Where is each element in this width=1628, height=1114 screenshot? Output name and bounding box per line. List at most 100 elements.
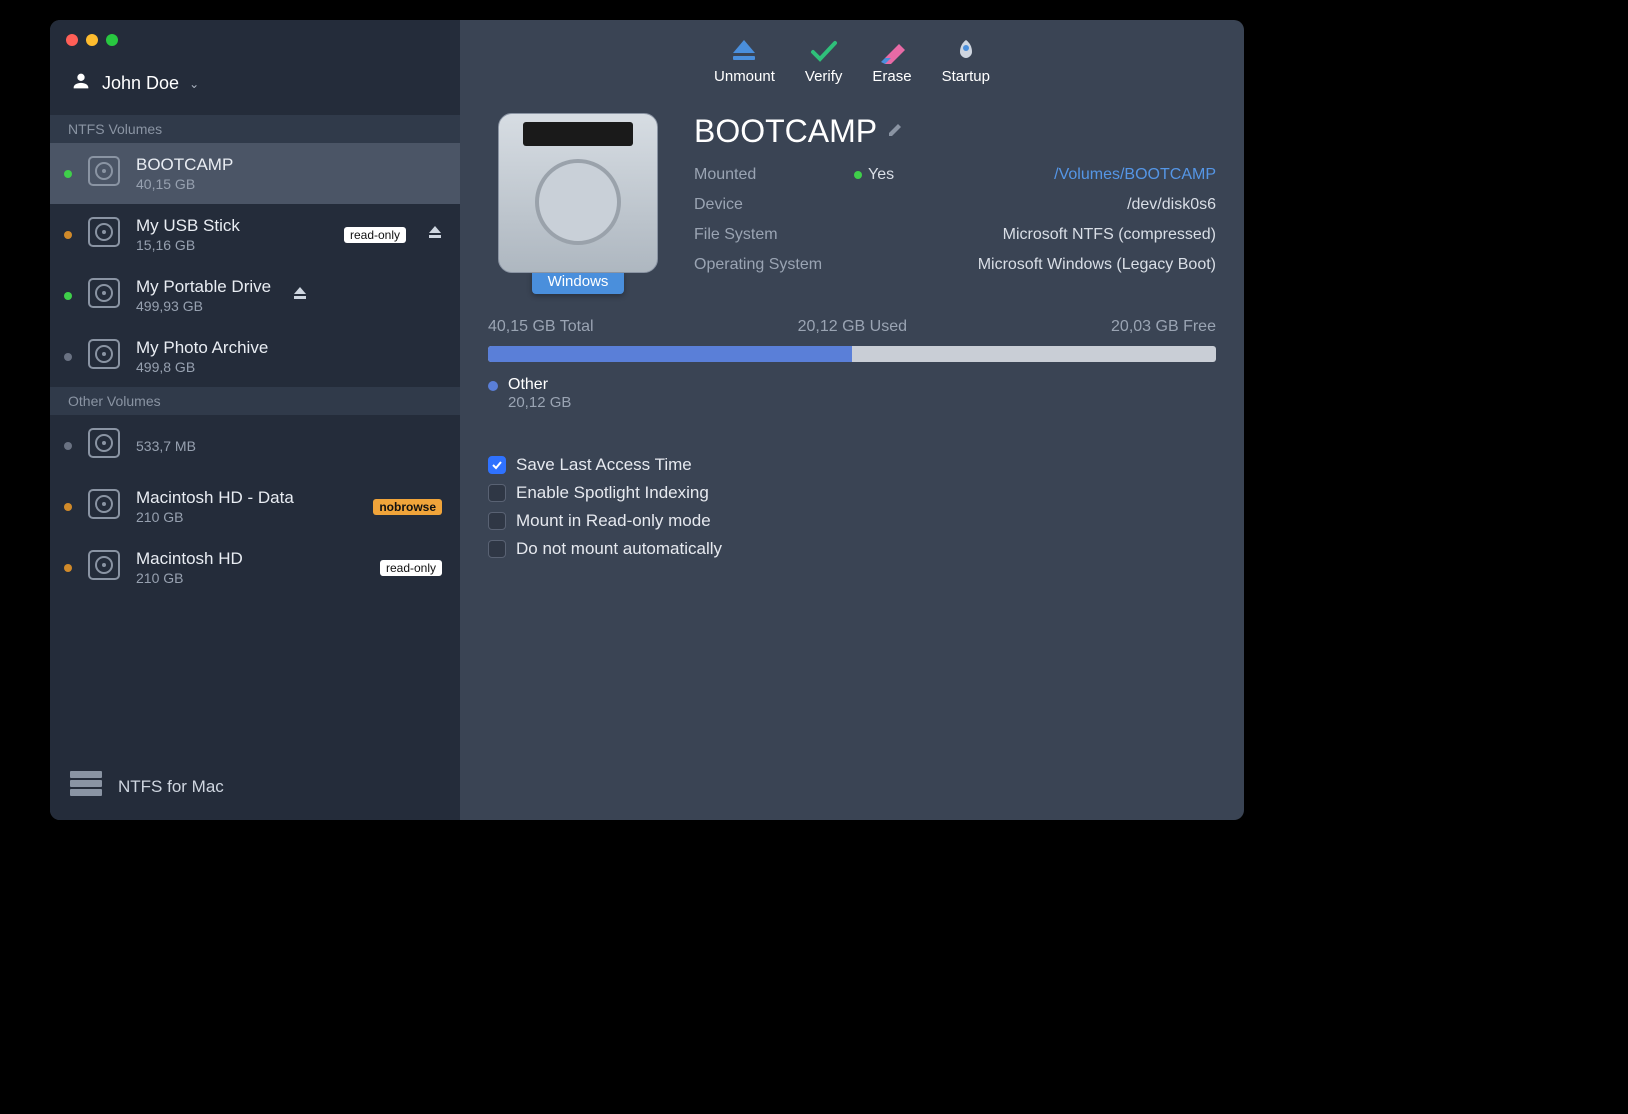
unmount-button[interactable]: Unmount xyxy=(714,38,775,85)
volume-item[interactable]: My USB Stick 15,16 GB read-only xyxy=(50,204,460,265)
usage-total: 40,15 GB Total xyxy=(488,318,594,336)
status-dot-icon xyxy=(64,564,72,572)
option-label: Enable Spotlight Indexing xyxy=(516,483,709,503)
volume-item[interactable]: My Photo Archive 499,8 GB xyxy=(50,326,460,387)
eject-button[interactable] xyxy=(293,286,307,305)
verify-label: Verify xyxy=(805,68,843,85)
rename-button[interactable] xyxy=(887,120,905,143)
drive-icon xyxy=(86,153,122,194)
volume-name: My Portable Drive xyxy=(136,277,271,297)
usage-free: 20,03 GB Free xyxy=(1111,318,1216,336)
drive-icon xyxy=(86,214,122,255)
usage-bar-used xyxy=(488,346,852,362)
device-value: /dev/disk0s6 xyxy=(978,196,1216,214)
volume-item[interactable]: BOOTCAMP 40,15 GB xyxy=(50,143,460,204)
window-controls xyxy=(50,20,460,46)
fs-label: File System xyxy=(694,226,844,244)
volume-badge: nobrowse xyxy=(373,499,442,515)
eject-button[interactable] xyxy=(428,225,442,244)
footer-label: NTFS for Mac xyxy=(118,777,224,797)
ntfs-volume-list: BOOTCAMP 40,15 GB My USB Stick 15,16 GB … xyxy=(50,143,460,387)
device-label: Device xyxy=(694,196,844,214)
volume-item[interactable]: My Portable Drive 499,93 GB xyxy=(50,265,460,326)
sidebar: John Doe ⌄ NTFS Volumes BOOTCAMP 40,15 G… xyxy=(50,20,460,820)
legend-swatch-icon xyxy=(488,381,498,391)
volume-info: BOOTCAMP Mounted Yes /Volumes/BOOTCAMP D… xyxy=(694,113,1216,274)
volume-name: My USB Stick xyxy=(136,216,240,236)
mount-option[interactable]: Do not mount automatically xyxy=(488,539,1216,559)
fullscreen-icon[interactable] xyxy=(106,34,118,46)
startup-label: Startup xyxy=(942,68,990,85)
mount-option[interactable]: Enable Spotlight Indexing xyxy=(488,483,1216,503)
status-dot-icon xyxy=(64,231,72,239)
volume-item[interactable]: Macintosh HD - Data 210 GB nobrowse xyxy=(50,476,460,537)
verify-button[interactable]: Verify xyxy=(805,38,843,85)
checkbox-icon[interactable] xyxy=(488,540,506,558)
erase-label: Erase xyxy=(872,68,911,85)
drive-icon xyxy=(86,547,122,588)
status-dot-icon xyxy=(64,442,72,450)
volume-size: 15,16 GB xyxy=(136,237,240,253)
option-label: Save Last Access Time xyxy=(516,455,692,475)
volume-title: BOOTCAMP xyxy=(694,113,877,150)
checkbox-icon[interactable] xyxy=(488,512,506,530)
volume-name: My Photo Archive xyxy=(136,338,268,358)
volume-hero: Windows BOOTCAMP Mounted Yes /Volumes/BO… xyxy=(488,113,1216,294)
unmount-label: Unmount xyxy=(714,68,775,85)
volume-name: Macintosh HD - Data xyxy=(136,488,294,508)
mounted-label: Mounted xyxy=(694,166,844,184)
option-label: Do not mount automatically xyxy=(516,539,722,559)
volume-item[interactable]: Macintosh HD 210 GB read-only xyxy=(50,537,460,598)
minimize-icon[interactable] xyxy=(86,34,98,46)
volume-size: 210 GB xyxy=(136,509,294,525)
section-header-other: Other Volumes xyxy=(50,387,460,415)
volume-name: Macintosh HD xyxy=(136,549,243,569)
startup-button[interactable]: Startup xyxy=(942,38,990,85)
mount-options: Save Last Access Time Enable Spotlight In… xyxy=(488,455,1216,559)
mount-path[interactable]: /Volumes/BOOTCAMP xyxy=(978,166,1216,184)
usage-used: 20,12 GB Used xyxy=(798,318,907,336)
os-label: Operating System xyxy=(694,256,844,274)
section-header-ntfs: NTFS Volumes xyxy=(50,115,460,143)
drive-icon xyxy=(86,336,122,377)
option-label: Mount in Read-only mode xyxy=(516,511,711,531)
disk-image-block: Windows xyxy=(488,113,668,294)
usage-legend: Other 20,12 GB xyxy=(488,376,1216,411)
usage-bar xyxy=(488,346,1216,362)
volume-size: 533,7 MB xyxy=(136,438,196,454)
toolbar: Unmount Verify Erase Startup xyxy=(460,20,1244,95)
sidebar-footer[interactable]: NTFS for Mac xyxy=(50,753,460,820)
user-menu[interactable]: John Doe ⌄ xyxy=(50,46,460,115)
volume-size: 210 GB xyxy=(136,570,243,586)
volume-size: 499,93 GB xyxy=(136,298,271,314)
status-dot-icon xyxy=(64,292,72,300)
checkbox-icon[interactable] xyxy=(488,456,506,474)
legend-label: Other xyxy=(508,376,571,394)
status-dot-icon xyxy=(64,353,72,361)
drive-icon xyxy=(86,275,122,316)
status-dot-icon xyxy=(854,171,862,179)
volume-item[interactable]: 533,7 MB xyxy=(50,415,460,476)
user-icon xyxy=(70,70,92,97)
fs-value: Microsoft NTFS (compressed) xyxy=(978,226,1216,244)
app-window: John Doe ⌄ NTFS Volumes BOOTCAMP 40,15 G… xyxy=(50,20,1244,820)
mounted-value: Yes xyxy=(868,166,894,183)
legend-value: 20,12 GB xyxy=(508,394,571,411)
info-grid: Mounted Yes /Volumes/BOOTCAMP Device /de… xyxy=(694,166,1216,274)
mount-option[interactable]: Save Last Access Time xyxy=(488,455,1216,475)
mount-option[interactable]: Mount in Read-only mode xyxy=(488,511,1216,531)
disk-icon xyxy=(498,113,658,273)
erase-button[interactable]: Erase xyxy=(872,38,911,85)
other-volume-list: 533,7 MB Macintosh HD - Data 210 GB nobr… xyxy=(50,415,460,598)
chevron-down-icon: ⌄ xyxy=(189,77,199,91)
drive-icon xyxy=(86,486,122,527)
os-value: Microsoft Windows (Legacy Boot) xyxy=(978,256,1216,274)
volume-badge: read-only xyxy=(344,227,406,243)
main-pane: Unmount Verify Erase Startup Windows xyxy=(460,20,1244,820)
content-area: Windows BOOTCAMP Mounted Yes /Volumes/BO… xyxy=(460,95,1244,559)
checkbox-icon[interactable] xyxy=(488,484,506,502)
close-icon[interactable] xyxy=(66,34,78,46)
volume-badge: read-only xyxy=(380,560,442,576)
user-name: John Doe xyxy=(102,73,179,94)
usage-summary: 40,15 GB Total 20,12 GB Used 20,03 GB Fr… xyxy=(488,318,1216,336)
